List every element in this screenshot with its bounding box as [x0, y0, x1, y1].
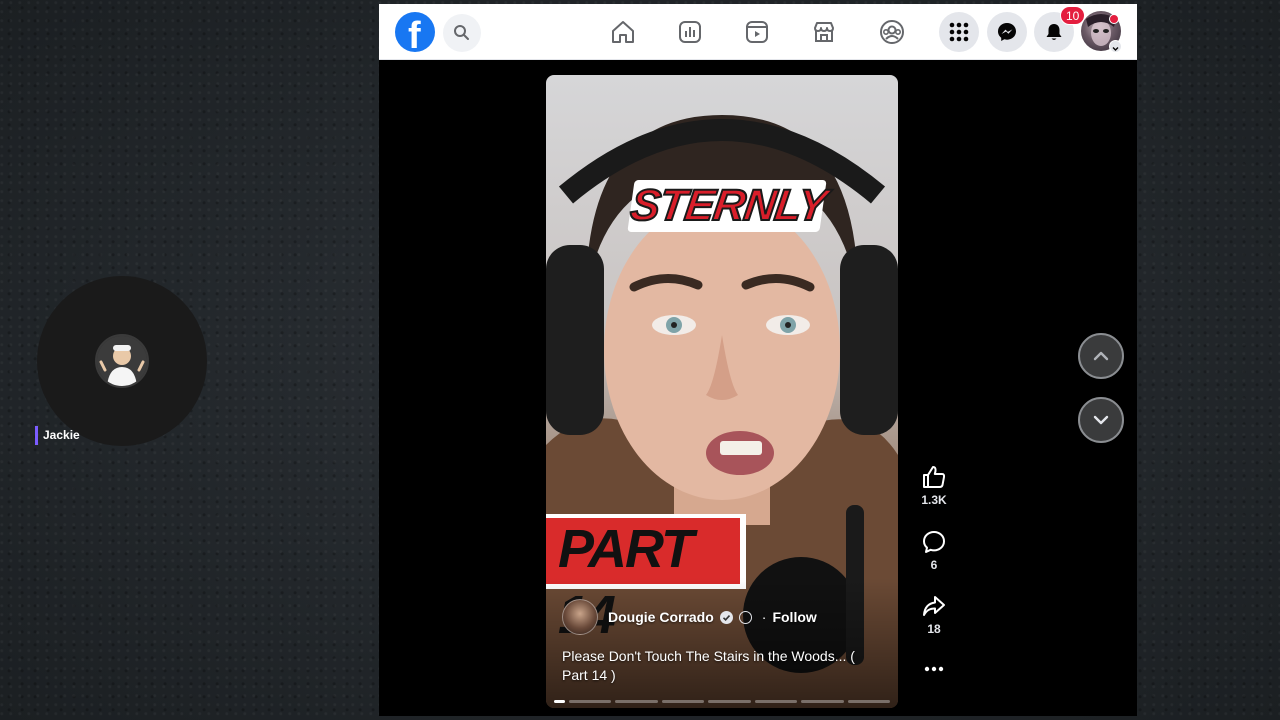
progress-segment: [847, 700, 891, 703]
feeds-icon[interactable]: [676, 18, 704, 46]
sticker-top-text: STERNLY: [627, 180, 831, 231]
share-icon: [923, 596, 945, 616]
home-icon[interactable]: [609, 18, 637, 46]
progress-segment: [661, 700, 705, 703]
author-row: Dougie Corrado · Follow: [562, 599, 817, 635]
top-navigation-bar: f 10: [379, 4, 1137, 60]
progress-segment: [554, 700, 565, 703]
progress-segment: [568, 700, 612, 703]
reel-progress-bar[interactable]: [554, 700, 891, 703]
messenger-icon: [998, 23, 1016, 41]
previous-reel-button[interactable]: [1078, 333, 1124, 379]
facebook-logo-icon[interactable]: f: [395, 12, 435, 57]
comment-action[interactable]: 6: [913, 529, 955, 572]
verified-badge-icon: [719, 610, 733, 624]
menu-button[interactable]: [939, 12, 979, 52]
share-action[interactable]: 18: [913, 593, 955, 636]
chevron-up-icon: [1093, 351, 1109, 361]
author-name[interactable]: Dougie Corrado: [608, 609, 714, 625]
like-action[interactable]: 1.3K: [913, 464, 955, 507]
separator-dot: ·: [761, 609, 767, 625]
next-reel-button[interactable]: [1078, 397, 1124, 443]
comment-icon: [923, 531, 945, 553]
messenger-button[interactable]: [987, 12, 1027, 52]
marketplace-icon[interactable]: [810, 18, 838, 46]
reel-caption[interactable]: Please Don't Touch The Stairs in the Woo…: [562, 647, 882, 685]
caption-gradient: [546, 578, 898, 708]
groups-icon[interactable]: [878, 18, 906, 46]
bell-icon: [1046, 24, 1062, 40]
menu-grid-icon: [949, 22, 969, 42]
author-avatar[interactable]: [562, 599, 598, 635]
progress-segment: [708, 700, 751, 703]
chevron-down-icon: [1093, 415, 1109, 425]
participant-name: Jackie: [43, 428, 80, 442]
like-count: 1.3K: [921, 493, 947, 507]
participant-avatar: [95, 334, 149, 388]
search-icon: [454, 25, 469, 40]
status-dot: [1109, 14, 1119, 24]
speaker-indicator: [35, 426, 38, 445]
progress-segment: [801, 700, 844, 703]
reel-video[interactable]: STERNLY PART 14 Dougie Corrado · Follow …: [546, 75, 898, 708]
globe-icon: [738, 610, 752, 624]
follow-button[interactable]: Follow: [772, 609, 816, 625]
progress-segment: [615, 700, 658, 703]
share-count: 18: [927, 622, 941, 636]
text-sticker-top: STERNLY: [627, 180, 831, 232]
video-icon[interactable]: [743, 18, 771, 46]
account-chevron-icon[interactable]: [1109, 40, 1122, 53]
notification-badge: 10: [1060, 6, 1086, 25]
comment-count: 6: [930, 558, 938, 572]
facebook-window: f 10 STERNLY PART Dougie Corrado · Follo…: [379, 4, 1137, 716]
progress-segment: [754, 700, 798, 703]
more-options-icon[interactable]: [920, 659, 948, 679]
search-button[interactable]: [443, 14, 481, 52]
like-icon: [923, 466, 946, 488]
